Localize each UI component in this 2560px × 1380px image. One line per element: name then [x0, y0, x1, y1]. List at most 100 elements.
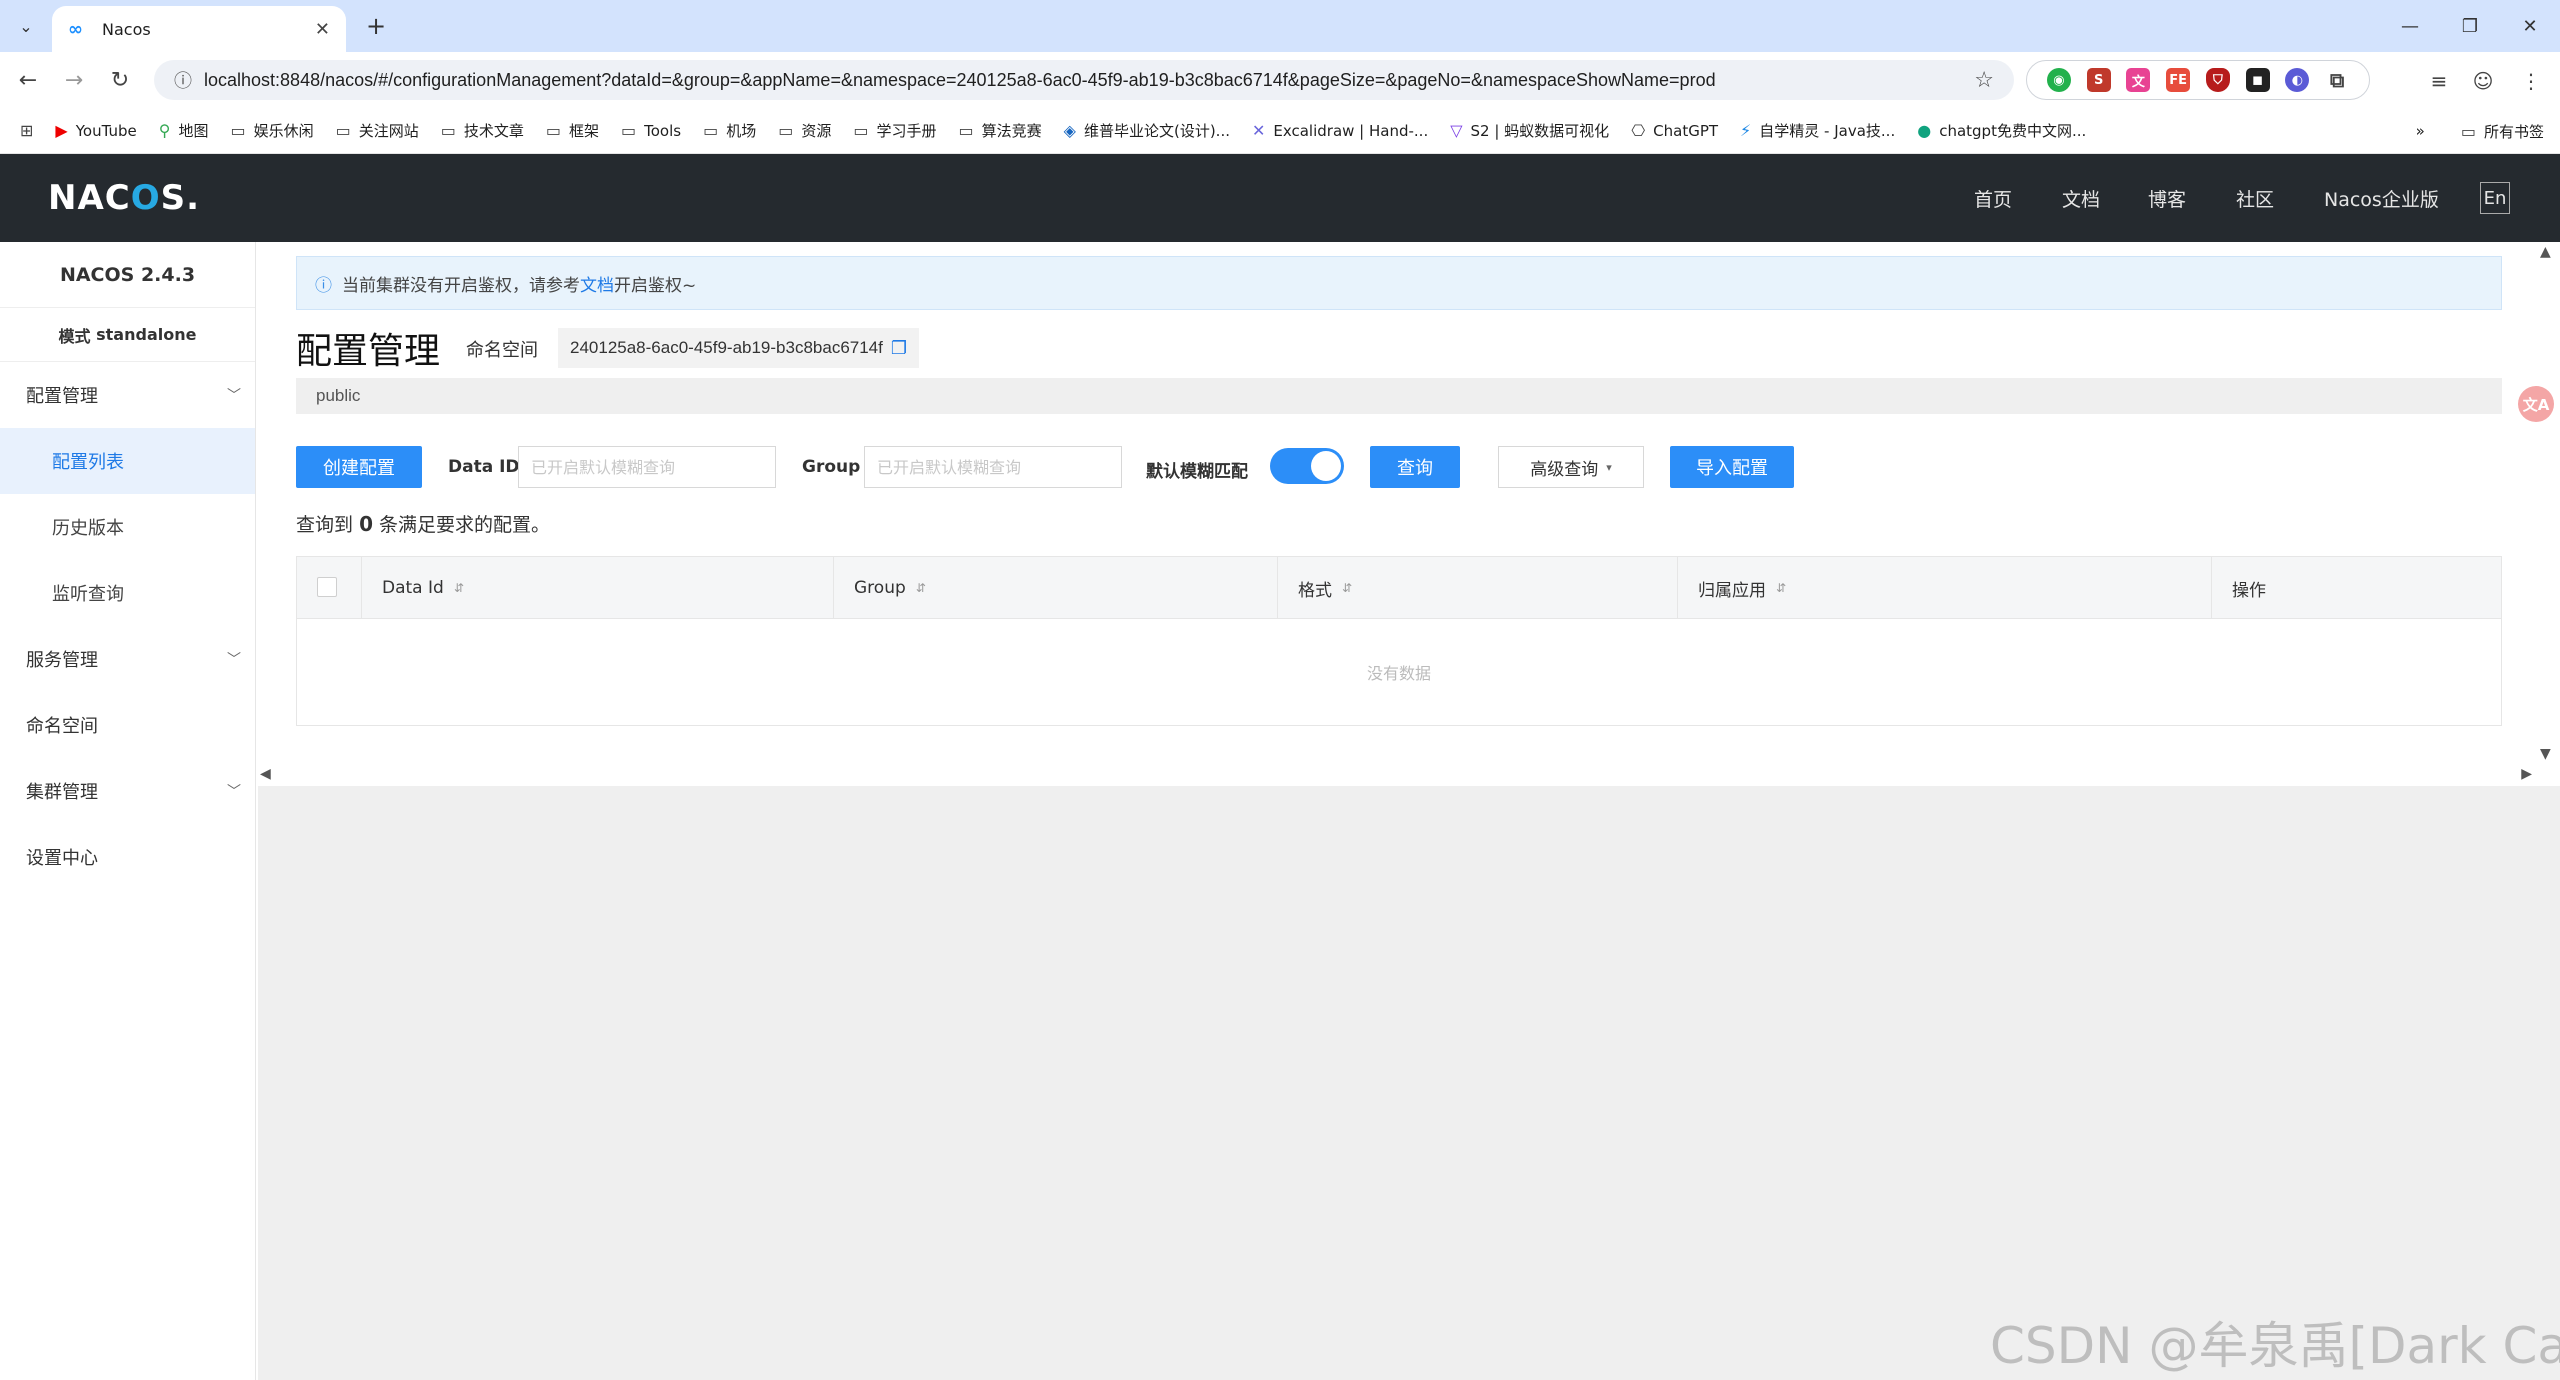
extension-fe-icon[interactable]: FE — [2166, 68, 2191, 92]
bookmark-chatgpt-cn[interactable]: ● chatgpt免费中文网... — [1917, 120, 2086, 141]
site-info-icon[interactable]: ⓘ — [174, 67, 204, 93]
url-text[interactable]: localhost:8848/nacos/#/configurationMana… — [204, 70, 1974, 91]
scroll-left-icon[interactable]: ◀ — [260, 766, 271, 782]
nacos-logo[interactable]: NACOS. — [48, 178, 200, 218]
tab-search-dropdown[interactable]: ⌄ — [10, 10, 42, 42]
create-config-button[interactable]: 创建配置 — [296, 446, 422, 488]
watermark-text: CSDN @牟泉禹[Dark Cat] — [1990, 1317, 2560, 1375]
bookmark-youtube[interactable]: ▶ YouTube — [55, 121, 136, 140]
result-summary: 查询到 0 条满足要求的配置。 — [296, 512, 551, 536]
docs-link[interactable]: 文档 — [580, 276, 614, 296]
horizontal-scrollbar[interactable]: ◀ ▶ — [258, 766, 2532, 784]
advanced-query-button[interactable]: 高级查询 ▾ — [1498, 446, 1644, 488]
select-all-checkbox[interactable] — [317, 577, 337, 597]
bookmark-star-icon[interactable]: ☆ — [1974, 68, 1994, 93]
sidebar-item-cluster-mgmt[interactable]: 集群管理 ﹀ — [0, 758, 255, 824]
auth-notice: ⓘ 当前集群没有开启鉴权，请参考文档开启鉴权~ — [296, 256, 2502, 310]
folder-icon: ▭ — [230, 121, 246, 140]
copy-icon[interactable]: ❐ — [891, 338, 907, 359]
profile-avatar-icon[interactable]: ☺ — [2468, 66, 2498, 96]
reload-button[interactable]: ↻ — [104, 64, 136, 96]
extension-green-icon[interactable]: ◉ — [2046, 68, 2071, 92]
scroll-up-icon[interactable]: ▲ — [2540, 244, 2551, 260]
minimize-button[interactable]: — — [2380, 10, 2440, 42]
bookmark-chatgpt[interactable]: ⎔ ChatGPT — [1631, 121, 1718, 140]
sort-icon[interactable]: ⇵ — [454, 581, 464, 595]
dataid-label: Data ID — [448, 457, 520, 477]
scroll-right-icon[interactable]: ▶ — [2521, 766, 2532, 782]
folder-icon: ▭ — [2460, 121, 2476, 141]
import-config-button[interactable]: 导入配置 — [1670, 446, 1794, 488]
bookmark-folder[interactable]: ▭ Tools — [621, 121, 681, 140]
language-switch[interactable]: En — [2480, 182, 2510, 214]
reading-list-icon[interactable]: ≡ — [2424, 66, 2454, 96]
translate-float-icon[interactable]: 文A — [2518, 386, 2554, 422]
bookmark-excalidraw[interactable]: ✕ Excalidraw | Hand-... — [1252, 121, 1428, 140]
bookmark-map[interactable]: ⚲ 地图 — [159, 120, 209, 141]
sidebar-item-namespace[interactable]: 命名空间 — [0, 692, 255, 758]
nav-community[interactable]: 社区 — [2236, 154, 2274, 242]
sidebar-item-history[interactable]: 历史版本 — [0, 494, 255, 560]
bookmark-folder[interactable]: ▭ 框架 — [546, 120, 599, 141]
bookmark-folder[interactable]: ▭ 算法竞赛 — [959, 120, 1042, 141]
extension-translate-icon[interactable]: 文 — [2126, 68, 2151, 92]
bookmarks-overflow-button[interactable]: » — [2416, 122, 2425, 140]
namespace-label: 命名空间 — [466, 340, 538, 361]
bookmark-folder[interactable]: ▭ 娱乐休闲 — [230, 120, 313, 141]
all-bookmarks-button[interactable]: ▭ 所有书签 — [2461, 121, 2544, 142]
sort-icon[interactable]: ⇵ — [916, 581, 926, 595]
browser-tab-nacos[interactable]: ∞ Nacos ✕ — [52, 6, 346, 52]
sort-icon[interactable]: ⇵ — [1342, 581, 1352, 595]
bookmark-zixue[interactable]: ⚡ 自学精灵 - Java技... — [1740, 120, 1895, 141]
column-format[interactable]: 格式 ⇵ — [1277, 557, 1677, 619]
chevron-down-icon: ﹀ — [227, 388, 241, 404]
bookmark-s2[interactable]: ▽ S2 | 蚂蚁数据可视化 — [1450, 120, 1609, 141]
bookmark-folder[interactable]: ▭ 学习手册 — [853, 120, 936, 141]
column-group[interactable]: Group ⇵ — [833, 557, 1277, 619]
tab-title: Nacos — [102, 19, 151, 39]
extension-game-icon[interactable]: ◼ — [2245, 68, 2270, 92]
search-button[interactable]: 查询 — [1370, 446, 1460, 488]
nacos-header: NACOS. 首页 文档 博客 社区 Nacos企业版 En — [0, 154, 2560, 242]
bookmark-folder[interactable]: ▭ 资源 — [778, 120, 831, 141]
fuzzy-match-toggle[interactable] — [1270, 448, 1344, 484]
page-title: 配置管理 — [296, 331, 441, 372]
column-data-id[interactable]: Data Id ⇵ — [361, 557, 833, 619]
folder-icon: ▭ — [545, 121, 561, 140]
extension-orb-icon[interactable]: ◐ — [2285, 68, 2310, 92]
back-button[interactable]: ← — [12, 64, 44, 96]
address-bar[interactable]: ⓘ localhost:8848/nacos/#/configurationMa… — [154, 60, 2014, 100]
more-menu-icon[interactable]: ⋮ — [2516, 66, 2546, 96]
window-close-button[interactable]: ✕ — [2500, 10, 2560, 42]
extensions-puzzle-icon[interactable]: ⧉ — [2325, 68, 2350, 92]
sidebar-item-service-mgmt[interactable]: 服务管理 ﹀ — [0, 626, 255, 692]
new-tab-button[interactable]: + — [360, 10, 392, 42]
sidebar-item-settings[interactable]: 设置中心 — [0, 824, 255, 890]
sidebar-item-config-mgmt[interactable]: 配置管理 ﹀ — [0, 362, 255, 428]
restore-button[interactable]: ❐ — [2440, 10, 2500, 42]
nav-blog[interactable]: 博客 — [2148, 154, 2186, 242]
bookmark-folder[interactable]: ▭ 技术文章 — [441, 120, 524, 141]
extension-s-icon[interactable]: S — [2086, 68, 2111, 92]
info-icon: ⓘ — [315, 275, 332, 296]
nav-enterprise[interactable]: Nacos企业版 — [2324, 154, 2439, 242]
bookmark-folder[interactable]: ▭ 机场 — [703, 120, 756, 141]
empty-state: 没有数据 — [1366, 664, 1431, 683]
sidebar-item-listen-query[interactable]: 监听查询 — [0, 560, 255, 626]
nav-docs[interactable]: 文档 — [2062, 154, 2100, 242]
dataid-input[interactable] — [518, 446, 776, 488]
forward-button[interactable]: → — [58, 64, 90, 96]
close-icon[interactable]: ✕ — [315, 19, 330, 40]
namespace-tab-public[interactable]: public — [316, 386, 360, 406]
bookmark-weipu[interactable]: ◈ 维普毕业论文(设计)... — [1064, 120, 1230, 141]
sort-icon[interactable]: ⇵ — [1776, 581, 1786, 595]
nav-home[interactable]: 首页 — [1974, 154, 2012, 242]
apps-grid-icon[interactable]: ⊞ — [20, 121, 33, 140]
scroll-down-icon[interactable]: ▼ — [2540, 746, 2551, 762]
group-input[interactable] — [864, 446, 1122, 488]
bookmark-folder[interactable]: ▭ 关注网站 — [336, 120, 419, 141]
column-app[interactable]: 归属应用 ⇵ — [1677, 557, 2211, 619]
sidebar-item-config-list[interactable]: 配置列表 — [0, 428, 255, 494]
s2-icon: ▽ — [1450, 121, 1463, 140]
extension-shield-icon[interactable]: ⛉ — [2205, 68, 2230, 92]
